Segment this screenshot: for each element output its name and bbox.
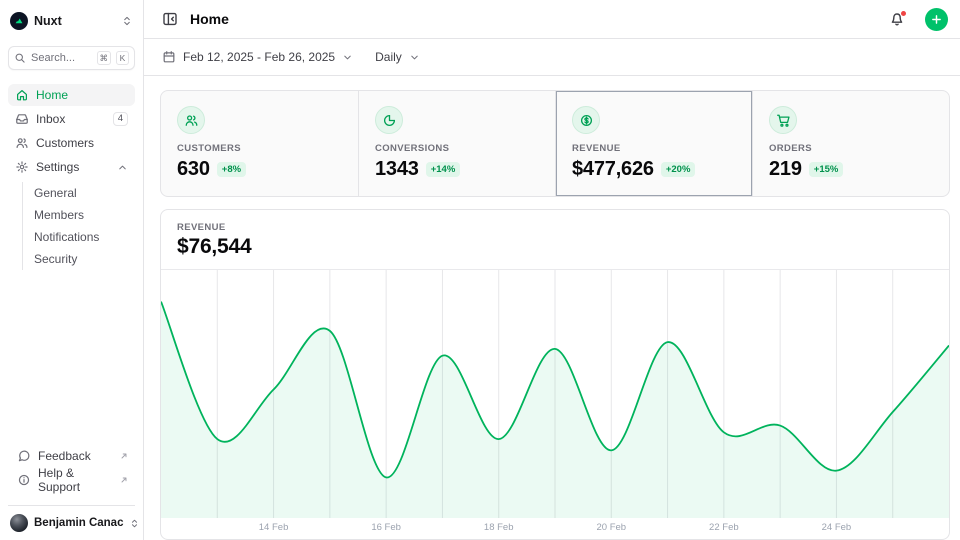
x-tick-label: 16 Feb — [371, 522, 401, 533]
calendar-icon — [162, 50, 176, 64]
home-icon — [15, 88, 29, 102]
chart-metric-label: REVENUE — [177, 222, 933, 233]
date-range-label: Feb 12, 2025 - Feb 26, 2025 — [183, 50, 335, 64]
stat-delta-badge: +8% — [217, 162, 246, 177]
x-tick-label: 18 Feb — [484, 522, 514, 533]
stat-value: 219 — [769, 158, 802, 181]
period-label: Daily — [375, 50, 402, 64]
stat-value: 630 — [177, 158, 210, 181]
search-icon — [14, 52, 26, 64]
message-bubble-icon — [17, 449, 31, 463]
stat-card-revenue[interactable]: REVENUE $477,626 +20% — [555, 91, 752, 196]
content: CUSTOMERS 630 +8% CONVERSIONS 1343 +14% — [144, 76, 960, 540]
x-tick-label: 20 Feb — [596, 522, 626, 533]
x-tick-label: 14 Feb — [259, 522, 289, 533]
collapse-sidebar-button[interactable] — [160, 9, 180, 29]
stat-card-conversions[interactable]: CONVERSIONS 1343 +14% — [358, 91, 555, 196]
x-tick-label: 22 Feb — [709, 522, 739, 533]
stat-label: CUSTOMERS — [177, 143, 342, 154]
stat-value: 1343 — [375, 158, 419, 181]
info-circle-icon — [17, 473, 31, 487]
notification-dot — [900, 10, 907, 17]
sidebar-item-notifications[interactable]: Notifications — [27, 226, 135, 248]
search-input-wrapper[interactable]: ⌘ K — [8, 46, 135, 70]
sidebar-footer-nav: Feedback Help & Support — [10, 445, 135, 491]
notifications-button[interactable] — [887, 9, 907, 29]
date-range-picker[interactable]: Feb 12, 2025 - Feb 26, 2025 — [160, 46, 355, 68]
chart-metric-value: $76,544 — [177, 235, 933, 259]
page-title: Home — [190, 11, 877, 27]
inbox-icon — [15, 112, 29, 126]
stat-value: $477,626 — [572, 158, 654, 181]
plus-icon — [930, 13, 943, 26]
sidebar-item-settings[interactable]: Settings — [8, 156, 135, 178]
sidebar-spacer — [8, 272, 135, 445]
add-button[interactable] — [925, 8, 948, 31]
sidebar-item-inbox[interactable]: Inbox 4 — [8, 108, 135, 130]
users-icon — [177, 106, 205, 134]
external-link-icon — [120, 476, 128, 484]
shopping-cart-icon — [769, 106, 797, 134]
stat-delta-badge: +20% — [661, 162, 696, 177]
workspace-name: Nuxt — [34, 14, 115, 28]
chevron-down-icon — [342, 52, 353, 63]
revenue-chart-svg — [161, 270, 949, 518]
filters-toolbar: Feb 12, 2025 - Feb 26, 2025 Daily — [144, 39, 960, 76]
period-select[interactable]: Daily — [373, 46, 422, 68]
chevron-down-icon — [409, 52, 420, 63]
circle-dollar-icon — [572, 106, 600, 134]
stat-label: ORDERS — [769, 143, 933, 154]
user-name: Benjamin Canac — [34, 517, 123, 529]
chart-x-axis: 14 Feb 16 Feb 18 Feb 20 Feb 22 Feb 24 Feb — [161, 518, 949, 539]
kbd-k: K — [116, 51, 129, 65]
panel-left-icon — [162, 11, 178, 27]
chevron-up-icon — [117, 162, 128, 173]
inbox-count-badge: 4 — [113, 112, 128, 126]
search-input[interactable] — [31, 52, 92, 64]
gear-icon — [15, 160, 29, 174]
stat-card-orders[interactable]: ORDERS 219 +15% — [752, 91, 949, 196]
chevrons-up-down-icon — [129, 518, 140, 529]
sidebar-nav: Home Inbox 4 Customers Settings Genera — [8, 84, 135, 272]
sidebar-item-customers[interactable]: Customers — [8, 132, 135, 154]
kbd-cmd: ⌘ — [97, 51, 112, 65]
sidebar-item-help-support[interactable]: Help & Support — [10, 469, 135, 491]
main-area: Home Feb 12, 2025 - Feb 26, 2025 Daily — [144, 0, 960, 540]
stat-label: CONVERSIONS — [375, 143, 539, 154]
stat-delta-badge: +15% — [809, 162, 844, 177]
sidebar-item-security[interactable]: Security — [27, 248, 135, 270]
sidebar-item-general[interactable]: General — [27, 182, 135, 204]
sidebar-item-feedback[interactable]: Feedback — [10, 445, 135, 467]
user-menu[interactable]: Benjamin Canac — [8, 505, 135, 532]
stats-row: CUSTOMERS 630 +8% CONVERSIONS 1343 +14% — [160, 90, 950, 197]
external-link-icon — [120, 452, 128, 460]
sidebar: Nuxt ⌘ K Home Inbox 4 — [0, 0, 144, 540]
revenue-area-chart[interactable] — [161, 270, 949, 518]
settings-sub-list: General Members Notifications Security — [22, 182, 135, 270]
revenue-chart-card: REVENUE $76,544 14 Feb 16 Feb 18 Feb 20 Feb… — [160, 209, 950, 540]
chart-header: REVENUE $76,544 — [161, 210, 949, 270]
page-header: Home — [144, 0, 960, 39]
stat-card-customers[interactable]: CUSTOMERS 630 +8% — [161, 91, 358, 196]
sidebar-item-members[interactable]: Members — [27, 204, 135, 226]
sidebar-item-home[interactable]: Home — [8, 84, 135, 106]
stat-label: REVENUE — [572, 143, 736, 154]
workspace-switcher[interactable]: Nuxt — [8, 12, 135, 30]
nuxt-logo-icon — [10, 12, 28, 30]
stat-delta-badge: +14% — [426, 162, 461, 177]
users-icon — [15, 136, 29, 150]
chevrons-up-down-icon — [121, 15, 133, 27]
chart-pie-icon — [375, 106, 403, 134]
user-avatar — [10, 514, 28, 532]
x-tick-label: 24 Feb — [822, 522, 852, 533]
